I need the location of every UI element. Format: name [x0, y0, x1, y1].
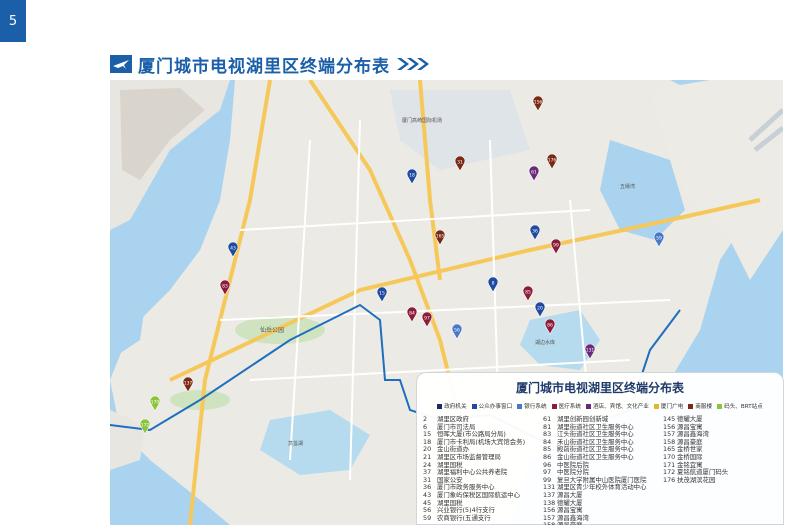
legend-title: 厦门城市电视湖里区终端分布表 [515, 381, 684, 395]
marker-number: 18 [409, 173, 415, 179]
legend-cat: 银行系统 [517, 402, 547, 410]
legend-categories: 政府机关 公众办事窗口 银行系统 医疗系统 酒店、宾馆、文化产业 厦门广电 商服… [417, 402, 783, 410]
marker-number: 43 [230, 246, 236, 252]
marker-number: 20 [537, 306, 543, 312]
legend-entry: 176 扶茂湖滨花园 [663, 475, 783, 485]
legend-swatch [688, 403, 694, 409]
marker-number: 8 [492, 281, 495, 287]
legend-entry-number: 176 [663, 475, 676, 484]
chevron-arrows-icon [396, 57, 432, 71]
legend-cat: 公众办事窗口 [471, 402, 512, 410]
legend-cat: 酒店、宾馆、文化产业 [585, 402, 649, 410]
page: 5 厦门城市电视湖里区终端分布表 厦门高崎国际机场 仙岳公园 湖边水库 筼筜湖 … [0, 0, 800, 525]
marker-number: 176 [548, 158, 557, 164]
marker-number: 170 [151, 400, 160, 406]
legend-swatch [437, 403, 443, 409]
legend-swatch [471, 403, 477, 409]
legend-swatch [585, 403, 591, 409]
marker-number: 86 [547, 323, 553, 329]
legend-column: 61 湖里创新园创新城 81 湖里街道社区卫生服务中心 83 江头街道社区卫生服务中心 84… [543, 415, 663, 525]
label-xianyue-park: 仙岳公园 [260, 326, 284, 334]
legend-entry-label: 扶茂湖滨花园 [677, 475, 716, 484]
marker-number: 156 [534, 100, 543, 106]
marker-number: 131 [586, 348, 595, 354]
page-title: 厦门城市电视湖里区终端分布表 [138, 56, 390, 77]
marker-number: 15 [379, 291, 385, 297]
marker-number: 36 [532, 229, 538, 235]
marker-number: 165 [436, 234, 445, 240]
legend-panel: 厦门城市电视湖里区终端分布表 政府机关 公众办事窗口 银行系统 医疗系统 酒店、… [416, 372, 784, 525]
legend-cat: 政府机关 [437, 402, 467, 410]
legend-swatch [517, 403, 523, 409]
title-bar: 厦门城市电视湖里区终端分布表 [110, 52, 432, 77]
marker-number: 84 [409, 311, 415, 317]
legend-column: 145 德耀大厦 156 源昌宝寓 157 源昌鑫海湾 158 源昌豪庭 165 金桥世家 170 金… [663, 415, 783, 525]
marker-number: 59 [656, 236, 662, 242]
legend-swatch [717, 403, 723, 409]
marker-number: 172 [141, 423, 150, 429]
marker-number: 31 [457, 160, 463, 166]
legend-cat: 医疗系统 [551, 402, 581, 410]
label-lake: 湖边水库 [535, 339, 555, 346]
label-airport: 厦门高崎国际机场 [402, 117, 442, 124]
legend-cat: 码头、BRT站点 [717, 402, 763, 410]
page-number: 5 [0, 0, 26, 42]
legend-entry: 59 农商银行(五通支行 [423, 513, 543, 523]
label-wuyuan: 五缘湾 [620, 183, 635, 190]
legend-columns: 2 湖里区政府 6 厦门市司法局 15 恒晖大厦(市公路局分局) 18 厦门市卡利局(机场大宾… [417, 415, 783, 525]
legend-entry-label: 农商银行(五通支行 [437, 513, 491, 522]
marker-number: 83 [222, 284, 228, 290]
marker-number: 99 [553, 243, 559, 249]
marker-number: 61 [531, 170, 537, 176]
legend-swatch [551, 403, 557, 409]
legend-swatch [653, 403, 659, 409]
marker-number: 97 [424, 316, 430, 322]
label-yundang: 筼筜湖 [288, 440, 303, 447]
legend-cat: 厦门广电 [653, 402, 683, 410]
plane-logo-icon [110, 55, 132, 73]
marker-number: 56 [454, 328, 460, 334]
marker-number: 137 [184, 381, 193, 387]
marker-number: 85 [525, 290, 531, 296]
legend-cat: 商服楼 [688, 402, 712, 410]
legend-entry-number: 59 [423, 513, 432, 522]
legend-column: 2 湖里区政府 6 厦门市司法局 15 恒晖大厦(市公路局分局) 18 厦门市卡利局(机场大宾… [423, 415, 543, 525]
